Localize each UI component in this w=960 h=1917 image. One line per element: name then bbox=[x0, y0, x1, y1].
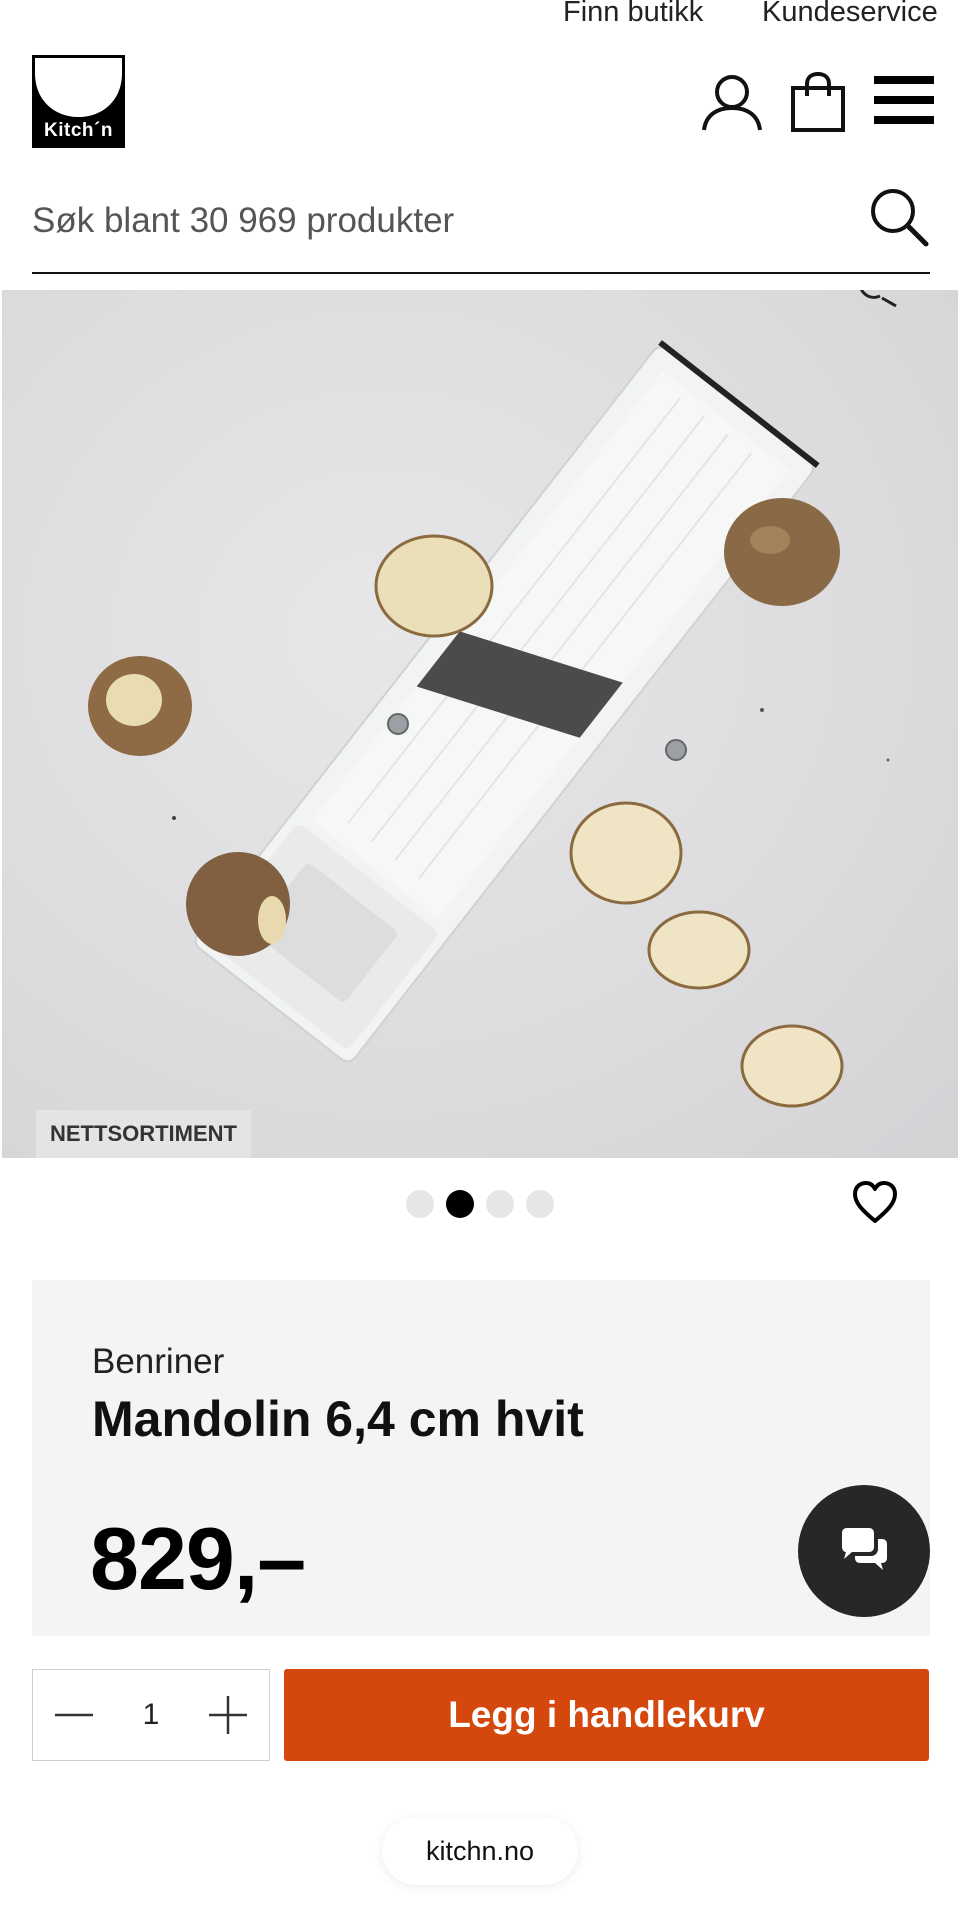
search-button[interactable] bbox=[868, 186, 930, 248]
kitchn-logo[interactable]: Kitch´n bbox=[32, 55, 125, 148]
account-button[interactable] bbox=[700, 72, 764, 134]
cart-button[interactable] bbox=[790, 71, 846, 132]
chat-bubbles-icon bbox=[842, 1528, 887, 1570]
carousel-dot-active[interactable] bbox=[446, 1190, 474, 1218]
search-bar bbox=[32, 180, 930, 274]
zoom-icon bbox=[860, 290, 897, 308]
product-info-panel: Benriner Mandolin 6,4 cm hvit 829,– bbox=[32, 1280, 930, 1636]
logo-text: Kitch´n bbox=[44, 120, 113, 141]
carousel-dot[interactable] bbox=[526, 1190, 554, 1218]
plus-icon bbox=[209, 1696, 247, 1734]
add-to-cart-button[interactable]: Legg i handlekurv bbox=[284, 1669, 929, 1761]
product-title: Mandolin 6,4 cm hvit bbox=[92, 1391, 584, 1447]
mandoline-photo bbox=[88, 290, 897, 1108]
carousel-dot[interactable] bbox=[406, 1190, 434, 1218]
search-input[interactable] bbox=[32, 190, 852, 252]
quantity-value[interactable]: 1 bbox=[131, 1692, 171, 1738]
menu-button[interactable] bbox=[874, 74, 934, 126]
shopping-bag-icon bbox=[791, 71, 845, 132]
chat-button[interactable] bbox=[798, 1485, 930, 1617]
carousel-dot[interactable] bbox=[486, 1190, 514, 1218]
carousel-dots bbox=[406, 1190, 554, 1218]
product-brand[interactable]: Benriner bbox=[92, 1342, 224, 1382]
quantity-stepper: 1 bbox=[32, 1669, 270, 1761]
search-icon bbox=[871, 189, 929, 247]
online-assortment-badge: NETTSORTIMENT bbox=[36, 1110, 251, 1158]
quantity-increase-button[interactable] bbox=[205, 1692, 251, 1738]
minus-icon bbox=[55, 1713, 93, 1717]
find-store-link[interactable]: Finn butikk bbox=[563, 0, 703, 29]
product-image[interactable]: NETTSORTIMENT bbox=[2, 290, 958, 1158]
user-icon bbox=[702, 75, 762, 131]
domain-label: kitchn.no bbox=[382, 1817, 578, 1885]
heart-icon bbox=[853, 1181, 897, 1223]
hamburger-menu-icon bbox=[874, 76, 934, 124]
product-price: 829,– bbox=[90, 1509, 306, 1608]
customer-service-link[interactable]: Kundeservice bbox=[762, 0, 938, 29]
quantity-decrease-button[interactable] bbox=[51, 1692, 97, 1738]
wishlist-button[interactable] bbox=[852, 1180, 898, 1226]
